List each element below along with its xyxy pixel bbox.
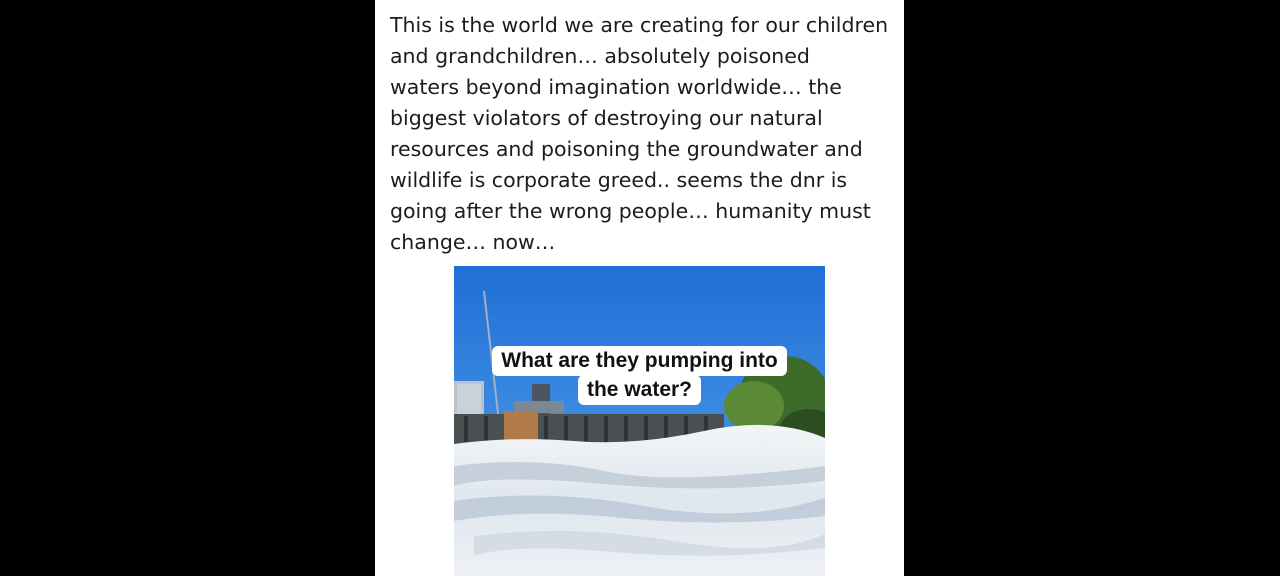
video-caption: What are they pumping into the water? [454, 346, 825, 405]
embedded-video-thumbnail[interactable]: What are they pumping into the water? [454, 266, 825, 576]
caption-line: the water? [577, 375, 702, 405]
caption-line: What are they pumping into [492, 346, 787, 376]
post-text-line: and grandchildren… absolutely poisoned [390, 44, 810, 68]
post-text-line: biggest violators of destroying our natu… [390, 106, 823, 130]
post-text-line: going after the wrong people… humanity m… [390, 199, 871, 223]
video-frame: This is the world we are creating for ou… [0, 0, 1280, 576]
post-text-line: resources and poisoning the groundwater … [390, 137, 863, 161]
post-text-line: waters beyond imagination worldwide… the [390, 75, 842, 99]
post-text-line: This is the world we are creating for ou… [390, 13, 889, 37]
post-card: This is the world we are creating for ou… [375, 0, 904, 576]
post-text-line: wildlife is corporate greed.. seems the … [390, 168, 848, 192]
post-text-line: change… now… [390, 230, 556, 254]
foamy-river-scene [454, 266, 825, 576]
post-body-text: This is the world we are creating for ou… [390, 10, 895, 258]
